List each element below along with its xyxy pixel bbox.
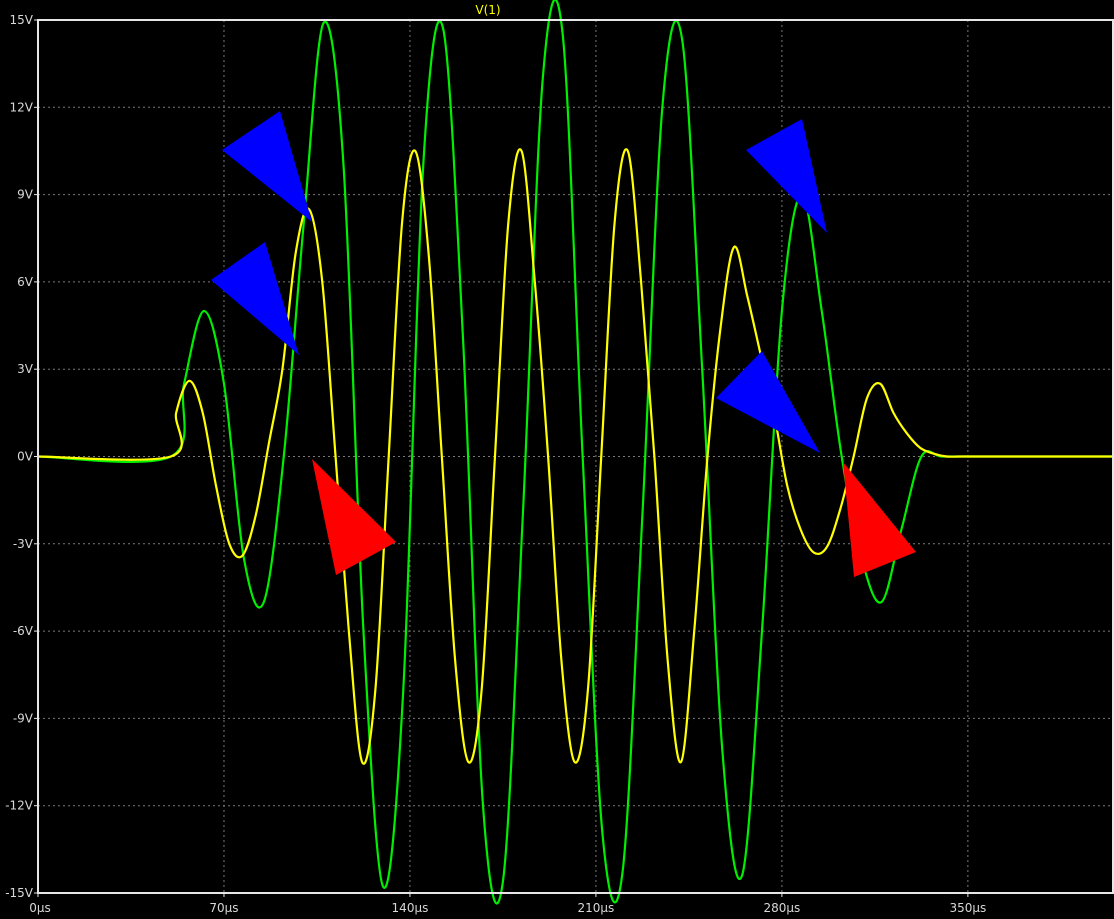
y-tick-label: 9V xyxy=(17,188,34,202)
y-tick-label: 6V xyxy=(17,275,34,289)
blue-arrow-2 xyxy=(211,242,299,355)
y-tick-label: -15V xyxy=(5,886,34,900)
x-tick-label: 210µs xyxy=(578,901,615,915)
y-tick-label: 15V xyxy=(10,13,34,27)
y-tick-label: 0V xyxy=(17,450,34,464)
y-tick-label: 3V xyxy=(17,362,34,376)
blue-arrow-1 xyxy=(222,111,312,222)
y-tick-label: -6V xyxy=(13,624,34,638)
annotation-arrows xyxy=(211,111,916,577)
x-axis-ticks: 0µs 70µs 140µs 210µs 280µs 350µs xyxy=(29,893,986,915)
y-tick-label: 12V xyxy=(10,100,34,114)
plot-area: 15V 12V 9V 6V 3V 0V -3V -6V -9V -12V -15V 0µs 70µs 1… xyxy=(5,0,1114,915)
x-tick-label: 280µs xyxy=(764,901,801,915)
y-tick-label: -3V xyxy=(13,537,34,551)
blue-arrow-3 xyxy=(746,119,827,233)
x-tick-label: 350µs xyxy=(949,901,986,915)
traces xyxy=(37,0,1114,905)
trace-title: V(1) xyxy=(475,3,500,17)
trace-series-1 xyxy=(37,0,1114,905)
y-tick-label: -9V xyxy=(13,711,34,725)
x-tick-label: 70µs xyxy=(209,901,238,915)
y-tick-label: -12V xyxy=(5,799,34,813)
x-tick-label: 140µs xyxy=(392,901,429,915)
y-axis-ticks: 15V 12V 9V 6V 3V 0V -3V -6V -9V -12V -15V xyxy=(5,13,38,900)
blue-arrow-4 xyxy=(716,351,820,453)
x-tick-label: 0µs xyxy=(29,901,51,915)
